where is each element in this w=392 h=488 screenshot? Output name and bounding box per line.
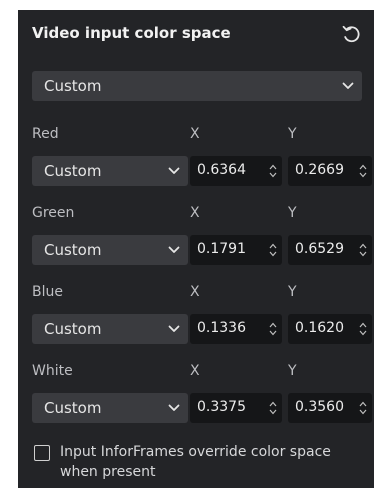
blue-x-value: 0.1336 <box>197 320 246 336</box>
panel-header: Video input color space <box>18 10 374 62</box>
white-y-value: 0.3560 <box>295 399 344 415</box>
spinner-arrows-icon[interactable] <box>269 400 277 416</box>
white-y-input[interactable]: 0.3560 <box>288 393 372 423</box>
red-primary-dropdown[interactable]: Custom <box>32 156 188 186</box>
spinner-arrows-icon[interactable] <box>359 163 367 179</box>
green-y-label: Y <box>288 205 297 221</box>
blue-y-value: 0.1620 <box>295 320 344 336</box>
spinner-arrows-icon[interactable] <box>269 163 277 179</box>
spinner-arrows-icon[interactable] <box>269 242 277 258</box>
panel-title: Video input color space <box>32 24 231 42</box>
blue-label: Blue <box>32 284 63 300</box>
blue-y-input[interactable]: 0.1620 <box>288 314 372 344</box>
white-point-dropdown[interactable]: Custom <box>32 393 188 423</box>
white-x-value: 0.3375 <box>197 399 246 415</box>
chevron-down-icon <box>168 404 180 412</box>
white-point-value: Custom <box>44 399 102 417</box>
red-x-label: X <box>190 126 200 142</box>
spinner-arrows-icon[interactable] <box>359 321 367 337</box>
white-label: White <box>32 363 73 379</box>
spinner-arrows-icon[interactable] <box>359 242 367 258</box>
reset-arrow-icon[interactable] <box>340 23 362 45</box>
spinner-arrows-icon[interactable] <box>359 400 367 416</box>
white-x-label: X <box>190 363 200 379</box>
white-x-input[interactable]: 0.3375 <box>190 393 282 423</box>
red-x-value: 0.6364 <box>197 162 246 178</box>
color-space-dropdown[interactable]: Custom <box>32 71 362 101</box>
chevron-down-icon <box>168 167 180 175</box>
blue-primary-dropdown[interactable]: Custom <box>32 314 188 344</box>
blue-x-label: X <box>190 284 200 300</box>
blue-y-label: Y <box>288 284 297 300</box>
red-y-input[interactable]: 0.2669 <box>288 156 372 186</box>
green-x-value: 0.1791 <box>197 241 246 257</box>
green-label: Green <box>32 205 75 221</box>
white-y-label: Y <box>288 363 297 379</box>
green-y-value: 0.6529 <box>295 241 344 257</box>
green-primary-dropdown[interactable]: Custom <box>32 235 188 265</box>
chevron-down-icon <box>168 325 180 333</box>
green-y-input[interactable]: 0.6529 <box>288 235 372 265</box>
green-x-input[interactable]: 0.1791 <box>190 235 282 265</box>
red-y-label: Y <box>288 126 297 142</box>
spinner-arrows-icon[interactable] <box>269 321 277 337</box>
chevron-down-icon <box>168 246 180 254</box>
red-primary-value: Custom <box>44 162 102 180</box>
blue-primary-value: Custom <box>44 320 102 338</box>
color-space-panel: Video input color space Custom Red X Y C… <box>18 10 374 488</box>
color-space-value: Custom <box>44 77 102 95</box>
chevron-down-icon <box>342 82 354 90</box>
override-checkbox[interactable] <box>34 445 50 461</box>
red-x-input[interactable]: 0.6364 <box>190 156 282 186</box>
green-x-label: X <box>190 205 200 221</box>
override-checkbox-label[interactable]: Input InforFrames override color space w… <box>60 442 365 482</box>
red-y-value: 0.2669 <box>295 162 344 178</box>
green-primary-value: Custom <box>44 241 102 259</box>
blue-x-input[interactable]: 0.1336 <box>190 314 282 344</box>
red-label: Red <box>32 126 59 142</box>
